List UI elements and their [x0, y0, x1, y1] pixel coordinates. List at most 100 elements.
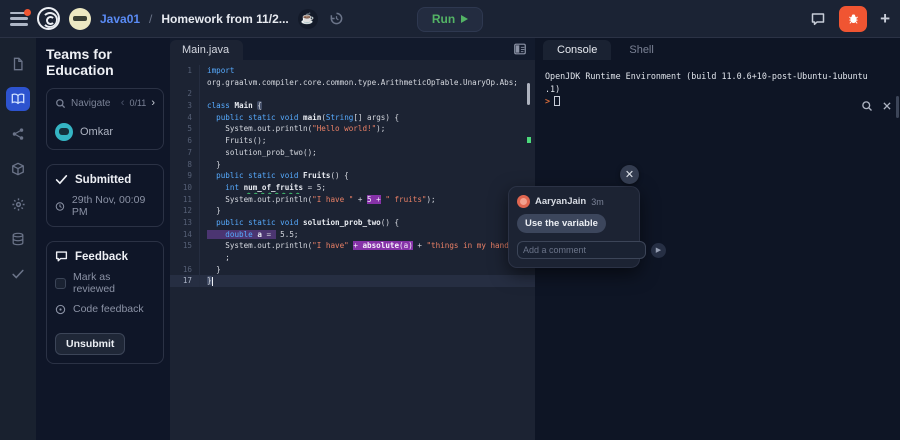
chat-icon[interactable]	[810, 11, 826, 27]
console-scrollbar-thumb[interactable]	[896, 96, 899, 118]
chevron-left-icon[interactable]: ‹	[121, 97, 125, 109]
code-text: ;	[200, 252, 535, 264]
replit-logo-icon[interactable]	[37, 7, 60, 30]
code-line[interactable]: 12 }	[170, 205, 535, 217]
console-line: OpenJDK Runtime Environment (build 11.0.…	[545, 70, 874, 83]
bug-report-button[interactable]	[839, 6, 867, 32]
breadcrumb-project-title[interactable]: Homework from 11/2...	[161, 12, 288, 26]
topbar: Java01 / Homework from 11/2... ☕ Run +	[0, 0, 900, 38]
code-line[interactable]: 4 public static void main(String[] args)…	[170, 112, 535, 124]
editor-pane: Main.java 1importorg.graalvm.compiler.co…	[170, 38, 535, 440]
check-icon	[55, 173, 68, 186]
topbar-right: +	[810, 6, 890, 32]
line-number: 15	[170, 240, 200, 252]
submitted-label: Submitted	[75, 174, 131, 186]
code-text: org.graalvm.compiler.core.common.type.Ar…	[200, 77, 535, 89]
settings-gear-icon[interactable]	[6, 192, 30, 216]
code-line[interactable]: 14 double a = 5.5;	[170, 229, 535, 241]
editor-layout-icon[interactable]	[513, 42, 527, 61]
hamburger-menu-icon[interactable]	[10, 12, 28, 26]
code-line[interactable]: 5 System.out.println("Hello world!");	[170, 123, 535, 135]
code-text: System.out.println("Hello world!");	[200, 123, 535, 135]
user-avatar[interactable]	[69, 8, 91, 30]
code-text: }	[200, 205, 535, 217]
notification-dot	[24, 9, 31, 16]
code-line[interactable]: 2	[170, 88, 535, 100]
console-prompt: >	[545, 95, 550, 108]
code-line[interactable]: org.graalvm.compiler.core.common.type.Ar…	[170, 77, 535, 89]
code-text: int num_of_fruits = 5;	[200, 182, 535, 194]
tab-shell[interactable]: Shell	[615, 40, 667, 60]
console-cursor	[554, 96, 560, 106]
code-line[interactable]: 3class Main {	[170, 100, 535, 112]
console-clear-icon[interactable]	[882, 101, 892, 111]
navigate-search[interactable]: Navigate ‹ 0/11 ›	[55, 97, 155, 109]
mark-as-reviewed-checkbox[interactable]	[55, 278, 66, 289]
line-number: 14	[170, 229, 200, 241]
code-line[interactable]: 6 Fruits();	[170, 135, 535, 147]
code-text	[200, 88, 535, 100]
clock-icon	[55, 201, 65, 212]
student-row[interactable]: Omkar	[55, 123, 155, 141]
code-line[interactable]: 13 public static void solution_prob_two(…	[170, 217, 535, 229]
packages-icon[interactable]	[6, 157, 30, 181]
new-tab-plus-icon[interactable]: +	[880, 10, 890, 27]
code-editor[interactable]: 1importorg.graalvm.compiler.core.common.…	[170, 60, 535, 440]
student-avatar	[55, 123, 73, 141]
tab-console[interactable]: Console	[543, 40, 611, 60]
search-icon	[55, 98, 66, 109]
code-text: public static void solution_prob_two() {	[200, 217, 535, 229]
checklist-icon[interactable]	[6, 262, 30, 286]
code-text: System.out.println("I have " + 5 + " fru…	[200, 194, 535, 206]
code-line[interactable]: 15 System.out.println("I have" + absolut…	[170, 240, 535, 252]
editor-scrollbar-thumb[interactable]	[527, 83, 530, 105]
comment-close-button[interactable]: ✕	[620, 165, 639, 184]
comment-input[interactable]	[517, 241, 646, 259]
java-language-icon[interactable]: ☕	[298, 9, 318, 29]
line-number: 2	[170, 88, 200, 100]
submitted-card: Submitted 29th Nov, 00:09 PM	[46, 164, 164, 227]
annotation-marker[interactable]	[527, 137, 531, 143]
code-feedback-label[interactable]: Code feedback	[73, 303, 144, 315]
code-feedback-icon	[55, 304, 66, 315]
code-text: solution_prob_two();	[200, 147, 535, 159]
database-icon[interactable]	[6, 227, 30, 251]
console-output[interactable]: OpenJDK Runtime Environment (build 11.0.…	[535, 62, 900, 108]
code-text: class Main {	[200, 100, 535, 112]
student-name: Omkar	[80, 126, 113, 138]
history-icon[interactable]	[327, 9, 347, 29]
code-line[interactable]: 17}	[170, 275, 535, 287]
code-line[interactable]: ;	[170, 252, 535, 264]
comment-header: AaryanJain 3m	[517, 195, 631, 208]
files-icon[interactable]	[6, 52, 30, 76]
code-text: public static void Fruits() {	[200, 170, 535, 182]
code-line[interactable]: 16 }	[170, 264, 535, 276]
play-icon	[461, 15, 468, 23]
unsubmit-button[interactable]: Unsubmit	[55, 333, 125, 355]
run-button[interactable]: Run	[417, 7, 483, 32]
education-icon[interactable]	[6, 87, 30, 111]
version-control-icon[interactable]	[6, 122, 30, 146]
line-number: 4	[170, 112, 200, 124]
chevron-right-icon[interactable]: ›	[151, 97, 155, 109]
code-line[interactable]: 8 }	[170, 159, 535, 171]
tab-main-java[interactable]: Main.java	[170, 40, 243, 60]
code-line[interactable]: 7 solution_prob_two();	[170, 147, 535, 159]
code-line[interactable]: 10 int num_of_fruits = 5;	[170, 182, 535, 194]
line-number: 11	[170, 194, 200, 206]
code-line[interactable]: 9 public static void Fruits() {	[170, 170, 535, 182]
send-icon: ▶	[656, 246, 661, 254]
code-line[interactable]: 1import	[170, 65, 535, 77]
code-text: Fruits();	[200, 135, 535, 147]
code-text: }	[200, 264, 535, 276]
code-line[interactable]: 11 System.out.println("I have " + 5 + " …	[170, 194, 535, 206]
submitted-date: 29th Nov, 00:09 PM	[72, 194, 155, 218]
code-text: }	[200, 159, 535, 171]
console-search-icon[interactable]	[861, 100, 873, 112]
console-tab-bar: Console Shell	[535, 38, 900, 62]
breadcrumb-team-link[interactable]: Java01	[100, 12, 140, 26]
comment-author-avatar	[517, 195, 530, 208]
console-prompt-line: >	[545, 95, 874, 108]
comment-send-button[interactable]: ▶	[651, 243, 666, 258]
line-number: 9	[170, 170, 200, 182]
